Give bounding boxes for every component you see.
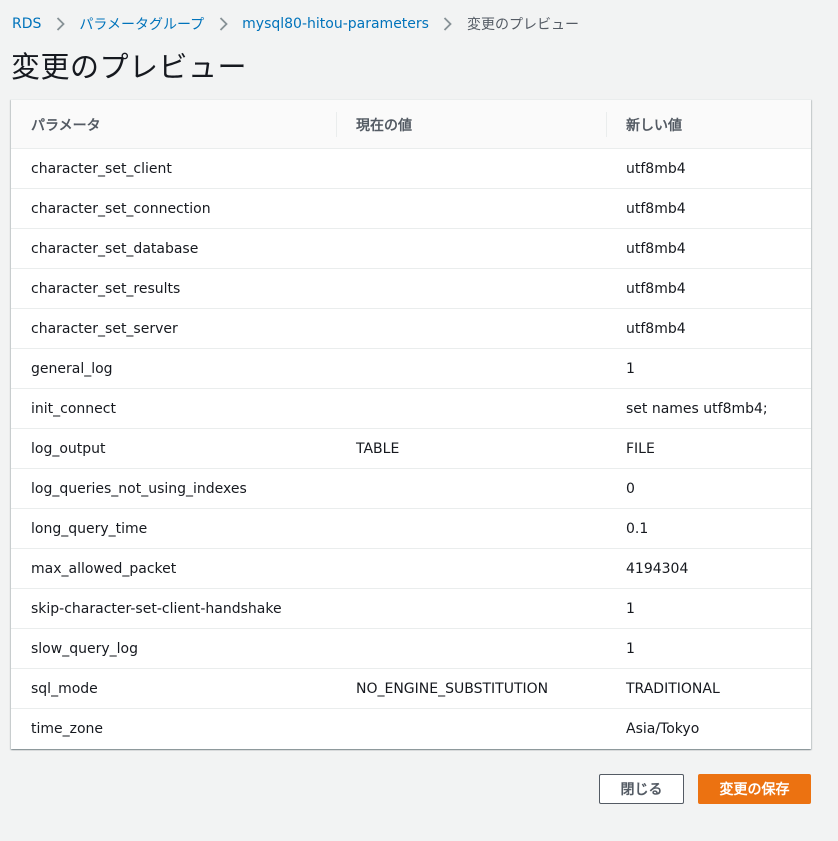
column-header-new-value: 新しい値 xyxy=(626,117,682,134)
param-name-cell: character_set_results xyxy=(31,281,181,297)
chevron-right-icon xyxy=(52,16,68,32)
breadcrumb-parameter-groups-link[interactable]: パラメータグループ xyxy=(79,14,204,34)
table-body: character_set_client utf8mb4 character_se… xyxy=(11,149,811,749)
table-row: log_queries_not_using_indexes 0 xyxy=(11,469,811,509)
new-value-cell: 1 xyxy=(626,361,635,377)
new-value-cell: FILE xyxy=(626,441,655,457)
param-name-cell: character_set_database xyxy=(31,241,199,257)
new-value-cell: utf8mb4 xyxy=(626,241,686,257)
new-value-cell: TRADITIONAL xyxy=(626,681,720,697)
param-name-cell: general_log xyxy=(31,361,113,377)
table-header: パラメータ 現在の値 新しい値 xyxy=(11,100,811,149)
table-row: character_set_database utf8mb4 xyxy=(11,229,811,269)
table-row: slow_query_log 1 xyxy=(11,629,811,669)
breadcrumb-current: 変更のプレビュー xyxy=(466,17,579,33)
save-changes-button[interactable]: 変更の保存 xyxy=(698,774,811,804)
breadcrumb: RDS パラメータグループ mysql80-hitou-parameters 変… xyxy=(12,14,579,34)
param-name-cell: character_set_connection xyxy=(31,201,211,217)
new-value-cell: Asia/Tokyo xyxy=(626,721,700,737)
table-row: character_set_server utf8mb4 xyxy=(11,309,811,349)
table-row: character_set_client utf8mb4 xyxy=(11,149,811,189)
table-row: sql_mode NO_ENGINE_SUBSTITUTION TRADITIONA… xyxy=(11,669,811,709)
table-row: general_log 1 xyxy=(11,349,811,389)
param-name-cell: init_connect xyxy=(31,401,116,417)
table-row: character_set_connection utf8mb4 xyxy=(11,189,811,229)
breadcrumb-parameter-group-name-link[interactable]: mysql80-hitou-parameters xyxy=(242,16,429,32)
new-value-cell: utf8mb4 xyxy=(626,201,686,217)
new-value-cell: 0 xyxy=(626,481,635,497)
param-name-cell: skip-character-set-client-handshake xyxy=(31,601,282,617)
table-row: skip-character-set-client-handshake 1 xyxy=(11,589,811,629)
new-value-cell: 4194304 xyxy=(626,561,689,577)
new-value-cell: 0.1 xyxy=(626,521,649,537)
column-header-parameter: パラメータ xyxy=(31,117,101,134)
close-button[interactable]: 閉じる xyxy=(599,774,684,804)
column-divider xyxy=(606,112,607,137)
table-row: init_connect set names utf8mb4; xyxy=(11,389,811,429)
table-row: character_set_results utf8mb4 xyxy=(11,269,811,309)
new-value-cell: utf8mb4 xyxy=(626,161,686,177)
column-header-current-value: 現在の値 xyxy=(356,117,412,134)
new-value-cell: utf8mb4 xyxy=(626,281,686,297)
current-value-cell: NO_ENGINE_SUBSTITUTION xyxy=(356,681,549,697)
param-name-cell: slow_query_log xyxy=(31,641,138,657)
breadcrumb-rds-link[interactable]: RDS xyxy=(12,16,41,32)
param-name-cell: long_query_time xyxy=(31,521,148,537)
chevron-right-icon xyxy=(440,16,456,32)
param-name-cell: sql_mode xyxy=(31,681,98,697)
table-row: time_zone Asia/Tokyo xyxy=(11,709,811,749)
param-name-cell: max_allowed_packet xyxy=(31,561,177,577)
param-name-cell: character_set_server xyxy=(31,321,178,337)
param-name-cell: character_set_client xyxy=(31,161,172,177)
new-value-cell: 1 xyxy=(626,601,635,617)
table-row: long_query_time 0.1 xyxy=(11,509,811,549)
changes-preview-table: パラメータ 現在の値 新しい値 character_set_client utf8… xyxy=(11,99,811,749)
param-name-cell: log_queries_not_using_indexes xyxy=(31,481,247,497)
chevron-right-icon xyxy=(215,16,231,32)
param-name-cell: time_zone xyxy=(31,721,104,737)
column-divider xyxy=(336,112,337,137)
new-value-cell: 1 xyxy=(626,641,635,657)
current-value-cell: TABLE xyxy=(356,441,400,457)
page-title: 変更のプレビュー xyxy=(11,50,248,84)
param-name-cell: log_output xyxy=(31,441,106,457)
table-row: log_output TABLE FILE xyxy=(11,429,811,469)
table-row: max_allowed_packet 4194304 xyxy=(11,549,811,589)
new-value-cell: set names utf8mb4; xyxy=(626,401,768,417)
new-value-cell: utf8mb4 xyxy=(626,321,686,337)
